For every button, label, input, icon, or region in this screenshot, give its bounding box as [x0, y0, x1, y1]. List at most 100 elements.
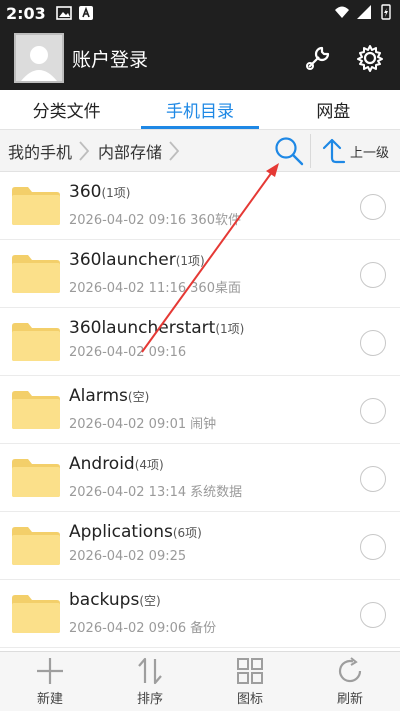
file-meta: 2026-04-02 09:06 备份	[69, 617, 216, 636]
select-checkbox[interactable]	[360, 602, 386, 628]
file-date: 2026-04-02 09:01	[69, 417, 187, 432]
file-row[interactable]: Applications(6项) 2026-04-02 09:25	[0, 512, 400, 580]
file-name-line: 360launcher(1项)	[69, 250, 241, 270]
file-date: 2026-04-02 09:16	[69, 213, 187, 228]
folder-icon	[12, 187, 60, 225]
file-row[interactable]: 360launcher(1项) 2026-04-02 11:16 360桌面	[0, 240, 400, 308]
file-meta: 2026-04-02 09:16	[69, 345, 244, 360]
folder-icon	[12, 595, 60, 633]
file-name-line: backups(空)	[69, 590, 216, 610]
plus-icon	[37, 658, 63, 684]
file-meta: 2026-04-02 11:16 360桌面	[69, 277, 241, 296]
file-date: 2026-04-02 09:06	[69, 621, 187, 636]
file-tag: 备份	[190, 621, 217, 636]
file-count: (1项)	[175, 254, 205, 268]
folder-icon	[12, 255, 60, 293]
bottom-toolbar: 新建 排序 图标 刷新	[0, 651, 400, 711]
folder-icon	[12, 459, 60, 497]
select-checkbox[interactable]	[360, 194, 386, 220]
file-row[interactable]: Alarms(空) 2026-04-02 09:01 闹钟	[0, 376, 400, 444]
file-count: (空)	[139, 594, 161, 608]
file-name: backups	[69, 590, 140, 610]
file-date: 2026-04-02 11:16	[69, 281, 187, 296]
file-count: (1项)	[101, 186, 131, 200]
file-tag: 360桌面	[190, 281, 241, 296]
select-checkbox[interactable]	[360, 466, 386, 492]
file-meta: 2026-04-02 13:14 系统数据	[69, 481, 242, 500]
file-tag: 系统数据	[190, 485, 243, 500]
settings-button[interactable]	[354, 42, 386, 74]
sort-icon	[138, 657, 162, 685]
folder-icon	[12, 323, 60, 361]
select-checkbox[interactable]	[360, 398, 386, 424]
app-notification-icon	[78, 6, 93, 20]
breadcrumb: 我的手机 内部存储 上一级	[0, 130, 400, 172]
file-count: (空)	[127, 390, 150, 404]
signal-icon	[357, 5, 371, 19]
tab-cloud-drive[interactable]: 网盘	[267, 90, 400, 129]
file-count: (1项)	[215, 322, 245, 336]
file-date: 2026-04-02 09:16	[69, 345, 187, 360]
file-row[interactable]: 360launcherstart(1项) 2026-04-02 09:16	[0, 308, 400, 376]
refresh-label: 刷新	[336, 692, 363, 707]
file-info: Android(4项) 2026-04-02 13:14 系统数据	[69, 454, 242, 500]
status-bar: 2:03	[0, 0, 400, 26]
breadcrumb-label: 内部存储	[98, 142, 163, 162]
battery-icon	[381, 4, 391, 20]
refresh-icon	[338, 657, 362, 683]
file-date: 2026-04-02 09:25	[69, 549, 187, 564]
breadcrumb-label: 我的手机	[8, 142, 73, 162]
folder-icon	[12, 391, 60, 429]
arrow-up-icon	[322, 138, 346, 164]
file-name: 360	[69, 182, 102, 202]
file-info: backups(空) 2026-04-02 09:06 备份	[69, 590, 216, 636]
app-bar: 账户登录	[0, 26, 400, 90]
select-checkbox[interactable]	[360, 262, 386, 288]
file-name-line: 360(1项)	[69, 182, 241, 202]
file-info: 360launcherstart(1项) 2026-04-02 09:16	[69, 318, 244, 360]
select-checkbox[interactable]	[360, 330, 386, 356]
folder-icon	[12, 527, 60, 565]
file-info: 360launcher(1项) 2026-04-02 11:16 360桌面	[69, 250, 241, 296]
file-info: Alarms(空) 2026-04-02 09:01 闹钟	[69, 386, 216, 432]
file-row[interactable]: 360(1项) 2026-04-02 09:16 360软件	[0, 172, 400, 240]
tab-phone-directory[interactable]: 手机目录	[133, 90, 266, 129]
status-time: 2:03	[6, 3, 46, 23]
icon-view-label: 图标	[236, 692, 263, 707]
breadcrumb-my-phone[interactable]: 我的手机	[0, 139, 90, 163]
new-label: 新建	[36, 692, 63, 707]
search-icon[interactable]	[273, 135, 305, 167]
sort-button[interactable]: 排序	[100, 652, 200, 711]
wifi-icon	[335, 6, 349, 18]
file-count: (4项)	[134, 458, 164, 472]
user-placeholder-icon	[21, 46, 57, 81]
file-name: Android	[69, 454, 135, 474]
file-info: 360(1项) 2026-04-02 09:16 360软件	[69, 182, 241, 228]
file-date: 2026-04-02 13:14	[69, 485, 187, 500]
grid-icon	[237, 658, 263, 684]
select-checkbox[interactable]	[360, 534, 386, 560]
tab-category-files[interactable]: 分类文件	[0, 90, 133, 129]
sort-label: 排序	[136, 692, 163, 707]
file-row[interactable]: Android(4项) 2026-04-02 13:14 系统数据	[0, 444, 400, 512]
file-meta: 2026-04-02 09:01 闹钟	[69, 413, 216, 432]
gear-icon	[357, 45, 383, 72]
new-button[interactable]: 新建	[0, 652, 100, 711]
avatar[interactable]	[14, 33, 64, 83]
chevron-right-icon	[79, 140, 90, 161]
breadcrumb-internal-storage[interactable]: 内部存储	[90, 139, 180, 163]
file-tag: 360软件	[190, 213, 241, 228]
file-name-line: Android(4项)	[69, 454, 242, 474]
tab-bar: 分类文件 手机目录 网盘	[0, 90, 400, 130]
file-row[interactable]: backups(空) 2026-04-02 09:06 备份	[0, 580, 400, 648]
account-login-title[interactable]: 账户登录	[72, 45, 282, 72]
up-level-button[interactable]: 上一级	[320, 136, 389, 166]
file-name: 360launcher	[69, 250, 176, 270]
tools-button[interactable]	[302, 42, 334, 74]
icon-view-button[interactable]: 图标	[200, 652, 300, 711]
file-list: 360(1项) 2026-04-02 09:16 360软件 360launcher(…	[0, 172, 400, 651]
chevron-right-icon	[169, 140, 180, 161]
divider	[310, 134, 311, 168]
file-name-line: 360launcherstart(1项)	[69, 318, 244, 338]
refresh-button[interactable]: 刷新	[300, 652, 400, 711]
